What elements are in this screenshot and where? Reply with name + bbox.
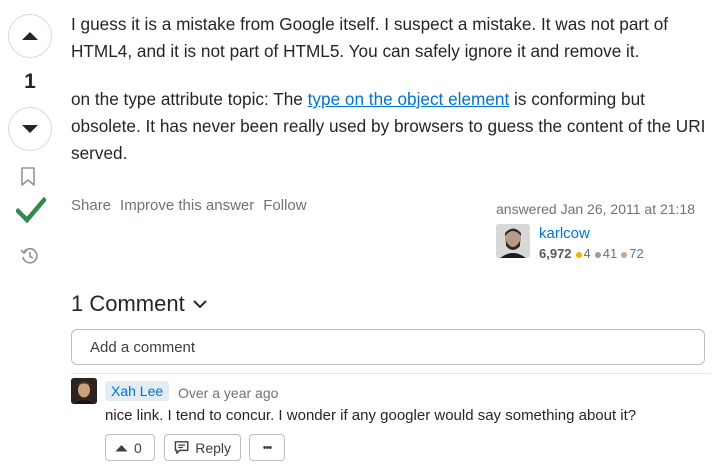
- paragraph-text: on the type attribute topic: The: [71, 89, 308, 109]
- follow-link[interactable]: Follow: [263, 197, 306, 214]
- reply-button[interactable]: Reply: [164, 434, 241, 461]
- comment-text: nice link. I tend to concur. I wonder if…: [105, 407, 637, 424]
- downvote-button[interactable]: [8, 107, 52, 151]
- share-link[interactable]: Share: [71, 197, 111, 214]
- gold-badges: 4: [575, 246, 591, 261]
- silver-badges: 41: [594, 246, 618, 261]
- bronze-badge-count: 72: [629, 246, 644, 261]
- gold-badge-count: 4: [583, 246, 591, 261]
- object-type-link[interactable]: type on the object element: [308, 89, 510, 109]
- silver-badge-count: 41: [602, 246, 618, 261]
- comment-icon: [174, 441, 189, 454]
- bronze-badge-icon: [621, 251, 628, 258]
- comments-title: 1 Comment: [71, 291, 185, 316]
- answer-body: I guess it is a mistake from Google itse…: [71, 11, 711, 65]
- reply-label: Reply: [195, 439, 231, 456]
- post-actions: Share Improve this answer Follow: [71, 197, 307, 214]
- comment-divider: [71, 373, 711, 374]
- comment-more-button[interactable]: •••: [249, 434, 285, 461]
- answer-paragraph-1: I guess it is a mistake from Google itse…: [71, 14, 669, 61]
- comment-time: Over a year ago: [178, 385, 279, 401]
- add-comment-placeholder: Add a comment: [90, 338, 196, 356]
- silver-badge-icon: [594, 251, 601, 258]
- user-avatar[interactable]: [496, 224, 530, 258]
- reputation: 6,972 4 41 72: [539, 246, 644, 261]
- bookmark-icon: [21, 167, 35, 186]
- arrow-up-icon: [115, 444, 128, 451]
- avatar-image: [71, 378, 97, 404]
- checkmark-icon: [16, 197, 46, 223]
- chevron-down-icon: [193, 299, 207, 308]
- bronze-badges: 72: [621, 246, 644, 261]
- more-icon: •••: [262, 441, 273, 454]
- history-button[interactable]: [20, 246, 40, 266]
- avatar-image: [496, 224, 530, 258]
- commenter-name-link[interactable]: Xah Lee: [105, 381, 170, 401]
- history-icon: [20, 247, 38, 264]
- answered-time: answered Jan 26, 2011 at 21:18: [496, 201, 696, 217]
- bookmark-button[interactable]: [20, 167, 36, 187]
- answer-paragraph-2: on the type attribute topic: The type on…: [71, 86, 711, 167]
- commenter-avatar[interactable]: [71, 378, 97, 404]
- arrow-up-icon: [22, 32, 38, 40]
- add-comment-input[interactable]: Add a comment: [71, 329, 705, 365]
- comment-upvote-count: 0: [134, 439, 142, 456]
- comments-toggle[interactable]: 1 Comment: [71, 291, 207, 317]
- vote-count: 1: [24, 70, 36, 93]
- upvote-button[interactable]: [8, 14, 52, 58]
- gold-badge-icon: [575, 251, 582, 258]
- improve-answer-link[interactable]: Improve this answer: [120, 197, 254, 214]
- comment-upvote-button[interactable]: 0: [105, 434, 155, 461]
- arrow-down-icon: [22, 125, 38, 133]
- user-name-link[interactable]: karlcow: [539, 225, 590, 242]
- reputation-score: 6,972: [539, 246, 572, 261]
- accepted-answer-indicator: [16, 197, 46, 223]
